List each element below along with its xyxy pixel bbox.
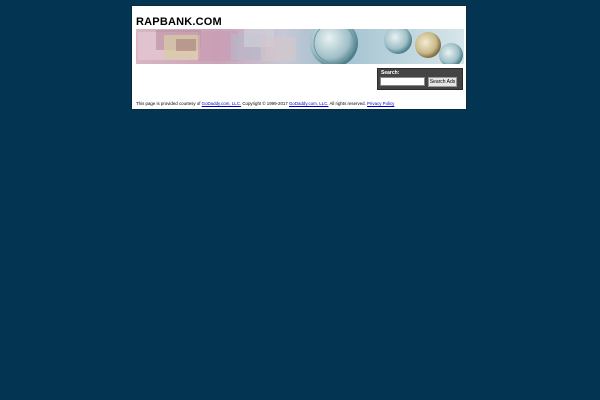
footer-text: This page is provided courtesy of GoDadd… (136, 101, 394, 106)
footer-prefix: This page is provided courtesy of (136, 101, 202, 106)
footer-copyright: Copyright © 1999-2017 (241, 101, 290, 106)
search-input[interactable] (380, 77, 425, 86)
footer-rights: All rights reserved. (328, 101, 368, 106)
godaddy-link-1[interactable]: GoDaddy.com, LLC. (202, 101, 241, 106)
search-label: Search: (381, 70, 400, 76)
site-title: RAPBANK.COM (136, 16, 222, 28)
currency-banner-image (136, 29, 464, 64)
search-box: Search: Search Ads (377, 68, 463, 90)
privacy-policy-link[interactable]: Privacy Policy (367, 101, 394, 106)
search-ads-button[interactable]: Search Ads (428, 77, 457, 87)
main-panel: RAPBANK.COM Search: Search Ads This page… (131, 5, 467, 110)
godaddy-link-2[interactable]: GoDaddy.com, LLC. (289, 101, 328, 106)
